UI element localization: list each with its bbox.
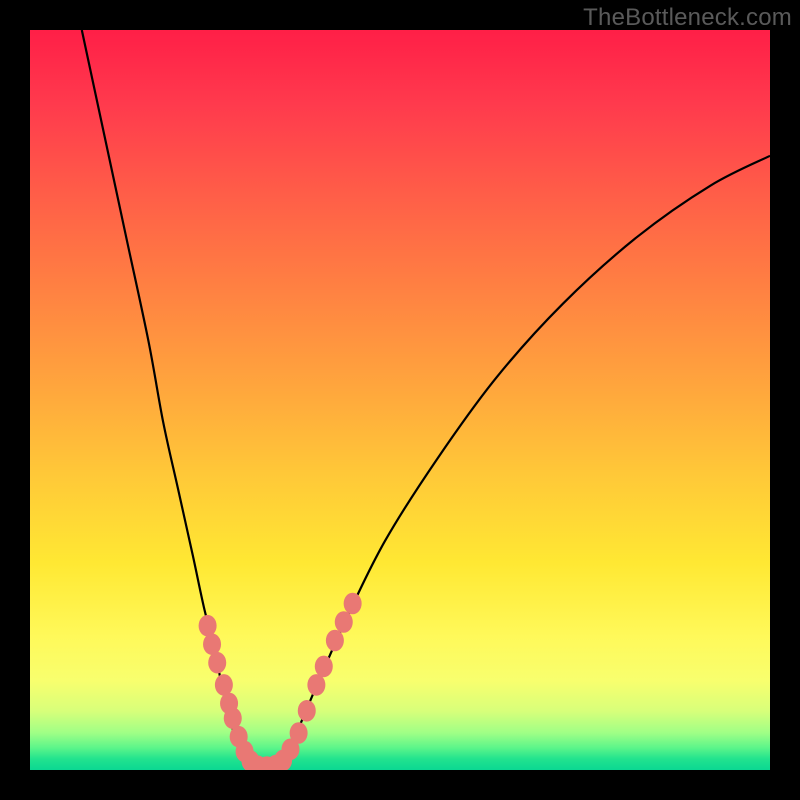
curve-path: [82, 30, 770, 769]
data-marker: [344, 593, 362, 615]
plot-area: [30, 30, 770, 770]
chart-frame: TheBottleneck.com: [0, 0, 800, 800]
markers-group: [199, 593, 362, 770]
watermark-text: TheBottleneck.com: [583, 4, 792, 32]
data-marker: [224, 707, 242, 729]
data-marker: [199, 615, 217, 637]
curve-group: [82, 30, 770, 769]
data-marker: [203, 633, 221, 655]
data-marker: [290, 722, 308, 744]
data-marker: [315, 656, 333, 678]
chart-svg: [30, 30, 770, 770]
data-marker: [335, 611, 353, 633]
data-marker: [307, 674, 325, 696]
data-marker: [208, 652, 226, 674]
data-marker: [326, 630, 344, 652]
data-marker: [298, 700, 316, 722]
data-marker: [215, 674, 233, 696]
